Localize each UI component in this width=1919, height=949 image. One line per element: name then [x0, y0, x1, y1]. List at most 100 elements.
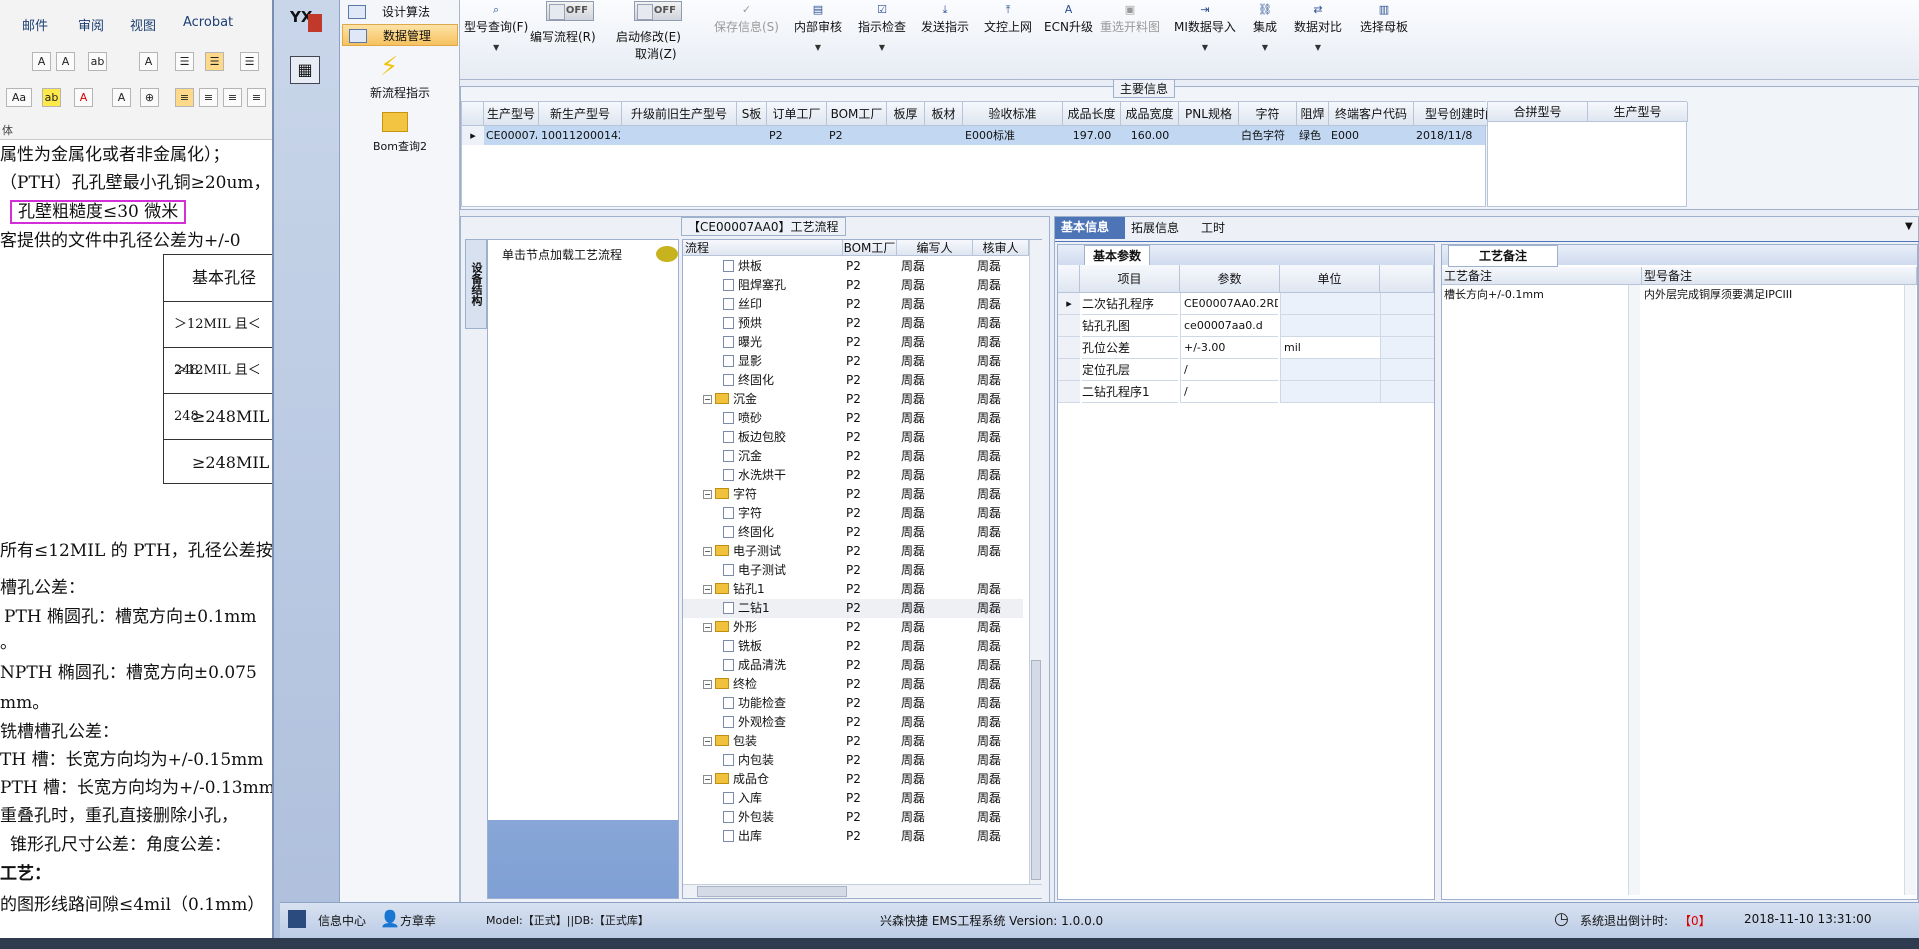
col-header[interactable]: 成品宽度 — [1121, 102, 1179, 126]
align-center-icon[interactable]: ≡ — [199, 88, 218, 107]
param-value[interactable]: ce00007aa0.d — [1180, 315, 1278, 337]
col-header-process-remark[interactable]: 工艺备注 — [1442, 267, 1642, 285]
col-header[interactable]: 验收标准 — [963, 102, 1063, 126]
flow-tree-node[interactable]: 阻焊塞孔 P2 周磊 周磊 — [683, 276, 1023, 295]
row-cell[interactable]: 绿色 — [1299, 126, 1327, 145]
col-header-bom-factory[interactable]: BOM工厂 — [843, 240, 897, 256]
char-border-button[interactable]: A — [139, 52, 158, 71]
collapse-icon[interactable]: − — [703, 395, 712, 404]
collapse-icon[interactable]: − — [703, 623, 712, 632]
flow-tree-node[interactable]: − 成品仓 P2 周磊 周磊 — [683, 770, 1023, 789]
bullets-icon[interactable]: ☰ — [175, 52, 194, 71]
param-value[interactable]: +/-3.00 — [1180, 337, 1278, 359]
scroll-thumb[interactable] — [697, 886, 847, 897]
row-cell[interactable]: 197.00 — [1065, 126, 1119, 145]
word-tab-mail[interactable]: 邮件 — [22, 15, 48, 34]
tab-work-hours[interactable]: 工时 — [1201, 218, 1225, 238]
data-compare-button[interactable]: ⇄ 数据对比 ▼ — [1294, 4, 1342, 53]
row-cell[interactable]: 160.00 — [1123, 126, 1177, 145]
flow-tree-node[interactable]: 内包装 P2 周磊 周磊 — [683, 751, 1023, 770]
flow-tree-node[interactable]: − 沉金 P2 周磊 周磊 — [683, 390, 1023, 409]
col-header-writer[interactable]: 编写人 — [897, 240, 973, 256]
doc-upload-button[interactable]: ⤒ 文控上网 — [984, 4, 1032, 35]
lightning-icon[interactable]: ⚡ — [380, 52, 398, 82]
col-header[interactable]: BOM工厂 — [827, 102, 887, 126]
col-header[interactable]: PNL规格 — [1179, 102, 1239, 126]
flow-tree-node[interactable]: 终固化 P2 周磊 周磊 — [683, 523, 1023, 542]
chevron-down-icon[interactable]: ▼ — [1905, 221, 1913, 232]
flow-tree-node[interactable]: 成品清洗 P2 周磊 周磊 — [683, 656, 1023, 675]
instruction-check-button[interactable]: ☑ 指示检查 ▼ — [858, 4, 906, 53]
save-info-button[interactable]: ✓ 保存信息(S) — [714, 4, 779, 35]
flow-tree-node[interactable]: − 字符 P2 周磊 周磊 — [683, 485, 1023, 504]
bom-query-label[interactable]: Bom查询2 — [342, 138, 458, 154]
col-header[interactable]: 成品长度 — [1063, 102, 1121, 126]
param-value[interactable]: CE00007AA0.2RD — [1180, 293, 1278, 315]
col-header[interactable]: 板厚 — [887, 102, 925, 126]
model-remark-scrollbar[interactable] — [1904, 285, 1916, 895]
word-tab-acrobat[interactable]: Acrobat — [183, 15, 233, 30]
collapse-icon[interactable]: − — [703, 737, 712, 746]
grid-icon[interactable] — [288, 910, 306, 928]
merge-col-header[interactable]: 合拼型号 — [1488, 102, 1588, 122]
comment-bubble-icon[interactable] — [656, 246, 678, 262]
param-col-header[interactable]: 项目 — [1080, 265, 1180, 293]
write-flow-toggle[interactable]: OFF — [546, 1, 594, 21]
col-header[interactable]: 订单工厂 — [767, 102, 827, 126]
flow-tree-node[interactable]: 出库 P2 周磊 周磊 — [683, 827, 1023, 846]
calculator-icon[interactable]: ▦ — [290, 56, 320, 84]
remark-scrollbar[interactable] — [1628, 285, 1640, 895]
flow-tree-node[interactable]: − 终检 P2 周磊 周磊 — [683, 675, 1023, 694]
reselect-cutting-button[interactable]: ▣ 重选开料图 — [1100, 4, 1160, 35]
flow-tree-node[interactable]: 终固化 P2 周磊 周磊 — [683, 371, 1023, 390]
param-value[interactable]: / — [1180, 359, 1278, 381]
shrink-font-button[interactable]: A — [56, 52, 75, 71]
nav-item-design-algorithm[interactable]: 设计算法 — [342, 1, 458, 23]
collapse-icon[interactable]: − — [703, 547, 712, 556]
col-header-flow[interactable]: 流程 — [683, 240, 843, 256]
col-header[interactable]: 终端客户代码 — [1329, 102, 1414, 126]
enclose-char-icon[interactable]: ⊕ — [140, 88, 159, 107]
flow-tree-node[interactable]: − 电子测试 P2 周磊 周磊 — [683, 542, 1023, 561]
collapse-icon[interactable]: − — [703, 680, 712, 689]
internal-review-button[interactable]: ▤ 内部审核 ▼ — [794, 4, 842, 53]
scroll-thumb[interactable] — [1031, 660, 1041, 880]
phonetic-button[interactable]: ab — [88, 52, 107, 71]
vertical-scrollbar[interactable] — [1029, 240, 1042, 884]
font-color-button[interactable]: A — [74, 88, 93, 107]
model-remark-text[interactable]: 内外层完成铜厚须要满足IPCIII — [1644, 285, 1904, 304]
collapse-icon[interactable]: − — [703, 775, 712, 784]
flow-tree-node[interactable]: 外包装 P2 周磊 周磊 — [683, 808, 1023, 827]
param-unit[interactable] — [1280, 315, 1380, 337]
param-unit[interactable] — [1280, 381, 1380, 403]
numbering-icon[interactable]: ☰ — [205, 52, 224, 71]
row-cell[interactable]: E000标准 — [965, 126, 1061, 145]
tab-extended-info[interactable]: 拓展信息 — [1131, 218, 1179, 238]
param-value[interactable]: / — [1180, 381, 1278, 403]
flow-tree-node[interactable]: 水洗烘干 P2 周磊 周磊 — [683, 466, 1023, 485]
structure-vertical-tab[interactable]: 设备结构 — [465, 239, 487, 329]
multilevel-list-icon[interactable]: ☰ — [240, 52, 259, 71]
horizontal-scrollbar[interactable] — [683, 884, 1042, 898]
merge-col-header[interactable]: 生产型号 — [1588, 102, 1688, 122]
start-modify-toggle[interactable]: OFF — [634, 1, 682, 21]
col-header[interactable]: 生产型号 — [484, 102, 539, 126]
integrate-button[interactable]: ⛓ 集成 ▼ — [1253, 4, 1277, 53]
flow-tree-node[interactable]: − 包装 P2 周磊 周磊 — [683, 732, 1023, 751]
row-cell[interactable]: P2 — [769, 126, 825, 145]
justify-icon[interactable]: ≡ — [247, 88, 266, 107]
flow-tree-node[interactable]: 电子测试 P2 周磊 — [683, 561, 1023, 580]
mi-import-button[interactable]: ⇥ MI数据导入 ▼ — [1174, 4, 1236, 53]
flow-tree-node[interactable]: 显影 P2 周磊 周磊 — [683, 352, 1023, 371]
row-cell[interactable]: 10011200014291 — [541, 126, 620, 145]
param-unit[interactable] — [1280, 293, 1380, 315]
flow-tree-node[interactable]: 入库 P2 周磊 周磊 — [683, 789, 1023, 808]
flow-tree-node[interactable]: 曝光 P2 周磊 周磊 — [683, 333, 1023, 352]
flow-tree-node[interactable]: 喷砂 P2 周磊 周磊 — [683, 409, 1023, 428]
collapse-icon[interactable]: − — [703, 585, 712, 594]
flow-tree-node[interactable]: 沉金 P2 周磊 周磊 — [683, 447, 1023, 466]
flow-tree-node[interactable]: 铣板 P2 周磊 周磊 — [683, 637, 1023, 656]
col-header[interactable]: S板 — [737, 102, 767, 126]
nav-item-data-management[interactable]: 数据管理 — [342, 24, 458, 46]
select-master-button[interactable]: ▥ 选择母板 — [1360, 4, 1408, 35]
